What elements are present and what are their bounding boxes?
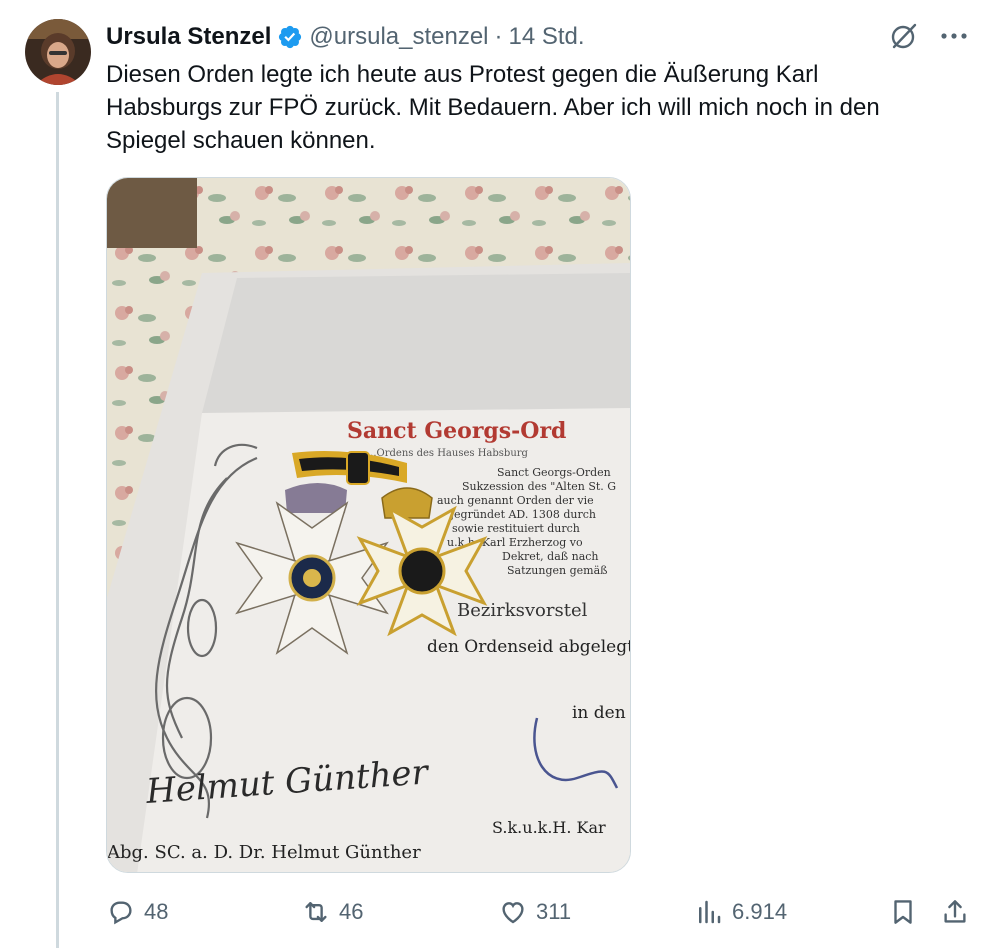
timestamp[interactable]: 14 Std. (509, 20, 585, 54)
view-count: 6.914 (732, 899, 788, 924)
cert-line-8: Satzungen gemäß (507, 564, 608, 577)
bookmark-icon (894, 900, 912, 924)
certificate-photo: Sanct Georgs-Ord ...Ordens des Hauses Ha… (107, 178, 631, 872)
signature-caption-right: S.k.u.k.H. Kar (492, 818, 606, 837)
certificate-subtitle: ...Ordens des Hauses Habsburg (367, 448, 529, 459)
like-button[interactable]: 311 (498, 894, 571, 930)
avatar[interactable] (25, 19, 91, 85)
certificate-title: Sanct Georgs-Ord (347, 418, 566, 444)
signature-caption: Abg. SC. a. D. Dr. Helmut Günther (107, 842, 421, 863)
cert-line-3: auch genannt Orden der vie (437, 494, 594, 507)
verified-badge-icon (277, 24, 303, 50)
bookmark-button[interactable] (888, 894, 918, 930)
reply-button[interactable]: 48 (106, 894, 168, 930)
cert-line-5: sowie restituiert durch (452, 522, 580, 535)
tweet-photo[interactable]: Sanct Georgs-Ord ...Ordens des Hauses Ha… (106, 177, 631, 873)
place-line: in den (572, 703, 626, 723)
author-handle[interactable]: @ursula_stenzel (309, 20, 488, 54)
reply-count: 48 (144, 899, 169, 924)
repost-button[interactable]: 46 (301, 894, 363, 930)
tweet-text: Diesen Orden legte ich heute aus Protest… (106, 61, 880, 154)
oath-line: den Ordenseid abgelegt (427, 637, 631, 657)
like-count: 311 (536, 899, 572, 924)
views-icon (699, 900, 721, 924)
reply-icon (110, 901, 132, 925)
recipient-line: Bezirksvorstel (457, 600, 588, 621)
cert-line-4: gegründet AD. 1308 durch (447, 508, 596, 521)
share-icon (944, 900, 966, 923)
grok-icon[interactable] (888, 20, 920, 52)
thread-line (56, 92, 59, 948)
author-name[interactable]: Ursula Stenzel (106, 20, 271, 54)
more-icon[interactable] (938, 20, 970, 52)
repost-count: 46 (339, 899, 364, 924)
tweet-header: Ursula Stenzel @ursula_stenzel · 14 Std. (106, 20, 976, 54)
header-actions (888, 20, 970, 52)
tweet-actions: 48 46 311 6.914 (106, 894, 972, 930)
views-button[interactable]: 6.914 (694, 894, 787, 930)
avatar-image (25, 19, 91, 85)
cert-line-1: Sanct Georgs-Orden (497, 466, 611, 479)
cert-line-7: Dekret, daß nach (502, 550, 599, 563)
separator-dot: · (494, 23, 503, 50)
repost-icon (305, 902, 327, 922)
cert-line-2: Sukzession des "Alten St. G (462, 480, 616, 493)
share-button[interactable] (940, 894, 970, 930)
like-icon (502, 902, 524, 924)
